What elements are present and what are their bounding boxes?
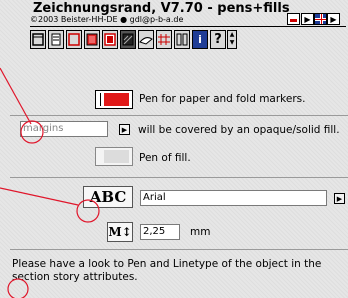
annotation-circle-2 xyxy=(76,199,100,223)
annotation-line-1 xyxy=(0,67,32,125)
annotation-circle-1 xyxy=(20,120,44,144)
annotation-overlay xyxy=(0,67,100,298)
annotation-line-2 xyxy=(0,187,79,206)
annotation-circle-3 xyxy=(7,278,29,298)
